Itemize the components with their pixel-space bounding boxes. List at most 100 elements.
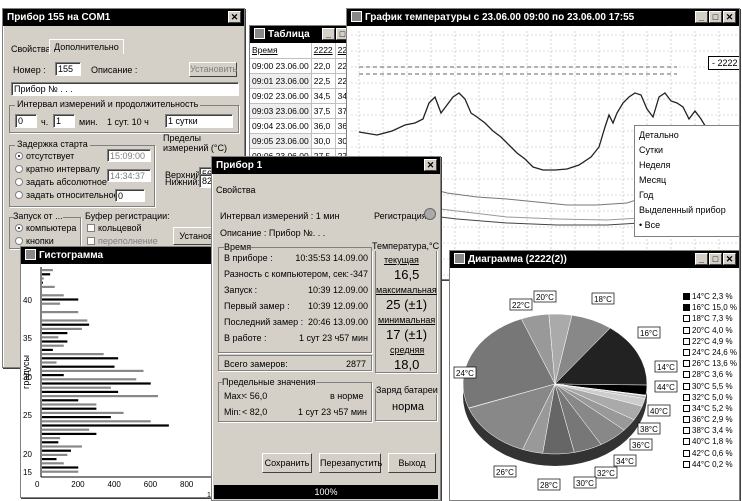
minimize-icon[interactable]: _ [695, 253, 708, 265]
close-icon[interactable]: ✕ [228, 11, 241, 23]
table-icon [254, 28, 265, 39]
tab-properties[interactable]: Свойства [11, 44, 51, 54]
radio-icon [15, 178, 23, 186]
period-menu-item[interactable]: • Все [639, 220, 660, 230]
table-header-row: Время22222223 [250, 43, 360, 59]
restart-button[interactable]: Перезапустить [319, 453, 382, 473]
start-option-button[interactable]: кнопки [15, 236, 54, 246]
histogram-xtick: 400 [108, 480, 122, 489]
close-icon[interactable]: ✕ [723, 11, 736, 23]
radio-icon [15, 152, 23, 160]
exit-button[interactable]: Выход [388, 453, 436, 473]
delay-option-none[interactable]: отсутствует [15, 151, 74, 161]
legend-swatch [683, 427, 690, 435]
start-time-field[interactable]: 15:09:00 [107, 149, 151, 162]
min-temp-value: 17 (±1) [386, 327, 428, 342]
tab-properties-2[interactable]: Свойства [216, 185, 256, 195]
table-cell: 37,5 [311, 103, 336, 119]
table-header-cell[interactable]: 2222 [311, 43, 336, 59]
legend-swatch [683, 315, 690, 323]
maximize-icon[interactable]: □ [709, 11, 722, 23]
pie-label: 40°C [650, 407, 668, 416]
histogram-chart: 4035302520150 200 400 600 8001 [23, 267, 215, 497]
close-icon[interactable]: ✕ [424, 159, 437, 171]
delay-option-multiple[interactable]: кратно интервалу [15, 164, 100, 174]
time-row-value: 1 сут 23 ч57 мин [298, 333, 368, 343]
number-field[interactable]: 155 [55, 62, 81, 76]
minimize-icon[interactable]: _ [322, 28, 335, 40]
period-menu-item[interactable]: Выделенный прибор [639, 205, 726, 215]
table-cell: 34,5 [311, 88, 336, 104]
pie-label: 18°C [594, 295, 612, 304]
pie-label: 24°C [456, 369, 474, 378]
table-row[interactable]: 09:05 23.06.0030,030,1 [250, 133, 360, 149]
battery-legend: Заряд батареи [376, 385, 438, 395]
max-temp-value: 25 (±1) [386, 297, 428, 312]
hours-spinner[interactable]: 0 [15, 114, 37, 128]
table-row[interactable]: 09:00 23.06.0022,022,1 [250, 58, 360, 74]
number-label: Номер : [13, 65, 46, 75]
table-row[interactable]: 09:03 23.06.0037,537,5 [250, 103, 360, 119]
minutes-spinner[interactable]: 1 [53, 114, 75, 128]
series-tag[interactable]: - 2222 [708, 56, 739, 70]
delay-option-absolute[interactable]: задать абсолютное [15, 177, 107, 187]
install-button[interactable]: Установить [189, 62, 237, 77]
table-row[interactable]: 09:02 23.06.0034,534,5 [250, 88, 360, 104]
histogram-bar [42, 462, 64, 465]
device-name-field[interactable]: Прибор № . . . [11, 82, 239, 96]
minimize-icon[interactable]: _ [695, 11, 708, 23]
pie-legend-item: 16°C 15,0 % [683, 302, 739, 313]
period-menu: Детально Сутки Неделя Месяц Год Выделенн… [634, 125, 739, 237]
histogram-xtick: 200 [71, 480, 85, 489]
period-menu-item[interactable]: Год [639, 190, 653, 200]
pie-label: 34°C [616, 457, 634, 466]
device-window-titlebar: Прибор 155 на COM1 ✕ [3, 9, 244, 26]
pie-legend: 14°C 2,3 % 16°C 15,0 % 18°C 7,3 % 20°C 4,0 … [683, 291, 739, 470]
pie-label: 32°C [597, 469, 615, 478]
histogram-ylabel: градусы [20, 355, 31, 389]
min-value: < 82,0 [242, 407, 268, 417]
tab-additional[interactable]: Дополнительно [49, 39, 124, 54]
histogram-bar [42, 470, 79, 473]
duration-select[interactable]: 1 сутки [165, 114, 233, 128]
period-menu-item[interactable]: Неделя [639, 160, 670, 170]
table-row[interactable]: 09:04 23.06.0036,036,0 [250, 118, 360, 134]
histogram-bar [42, 428, 90, 431]
save-button[interactable]: Сохранить [262, 453, 312, 473]
device2-window-titlebar: Прибор 1 ✕ [212, 157, 440, 174]
histogram-bar [42, 416, 111, 419]
histogram-bar [42, 390, 119, 393]
histogram-bar [42, 311, 79, 314]
total-value: 2877 [346, 359, 367, 369]
period-menu-item[interactable]: Детально [639, 130, 679, 140]
total-label: Всего замеров: [224, 359, 288, 369]
min-label: Min: [224, 407, 242, 417]
period-menu-item[interactable]: Месяц [639, 175, 666, 185]
table-header-cell[interactable]: Время [250, 43, 312, 59]
legend-swatch [683, 438, 690, 446]
table-row[interactable]: 09:01 23.06.0022,522,5 [250, 73, 360, 89]
histogram-bar [42, 453, 68, 456]
buffer-option-overflow[interactable]: переполнение [87, 236, 158, 246]
legend-swatch [683, 326, 690, 334]
histogram-bar [42, 369, 144, 372]
maximize-icon[interactable]: □ [709, 253, 722, 265]
delay-option-relative[interactable]: задать относительное [15, 190, 119, 200]
histogram-bar [42, 395, 158, 398]
relative-field[interactable]: 0 [115, 189, 145, 202]
histogram-icon [25, 249, 36, 260]
time-row-value: 10:39 12.09.00 [307, 285, 368, 295]
buffer-option-ring[interactable]: кольцевой [87, 223, 142, 233]
period-menu-item[interactable]: Сутки [639, 145, 663, 155]
pie-legend-item: 22°C 4,9 % [683, 336, 739, 347]
temp-legend: Температура,°С [372, 241, 440, 251]
table-cell: 09:03 23.06.00 [250, 103, 312, 119]
pie-legend-item: 24°C 24,6 % [683, 347, 739, 358]
legend-swatch [683, 348, 690, 356]
max-temp-label: максимальная [376, 285, 437, 295]
table-cell: 09:05 23.06.00 [250, 133, 312, 149]
pie-label: 20°C [536, 293, 554, 302]
abs-time-field[interactable]: 14:34:37 [107, 169, 151, 182]
close-icon[interactable]: ✕ [723, 253, 736, 265]
start-option-computer[interactable]: компьютера [15, 223, 76, 233]
